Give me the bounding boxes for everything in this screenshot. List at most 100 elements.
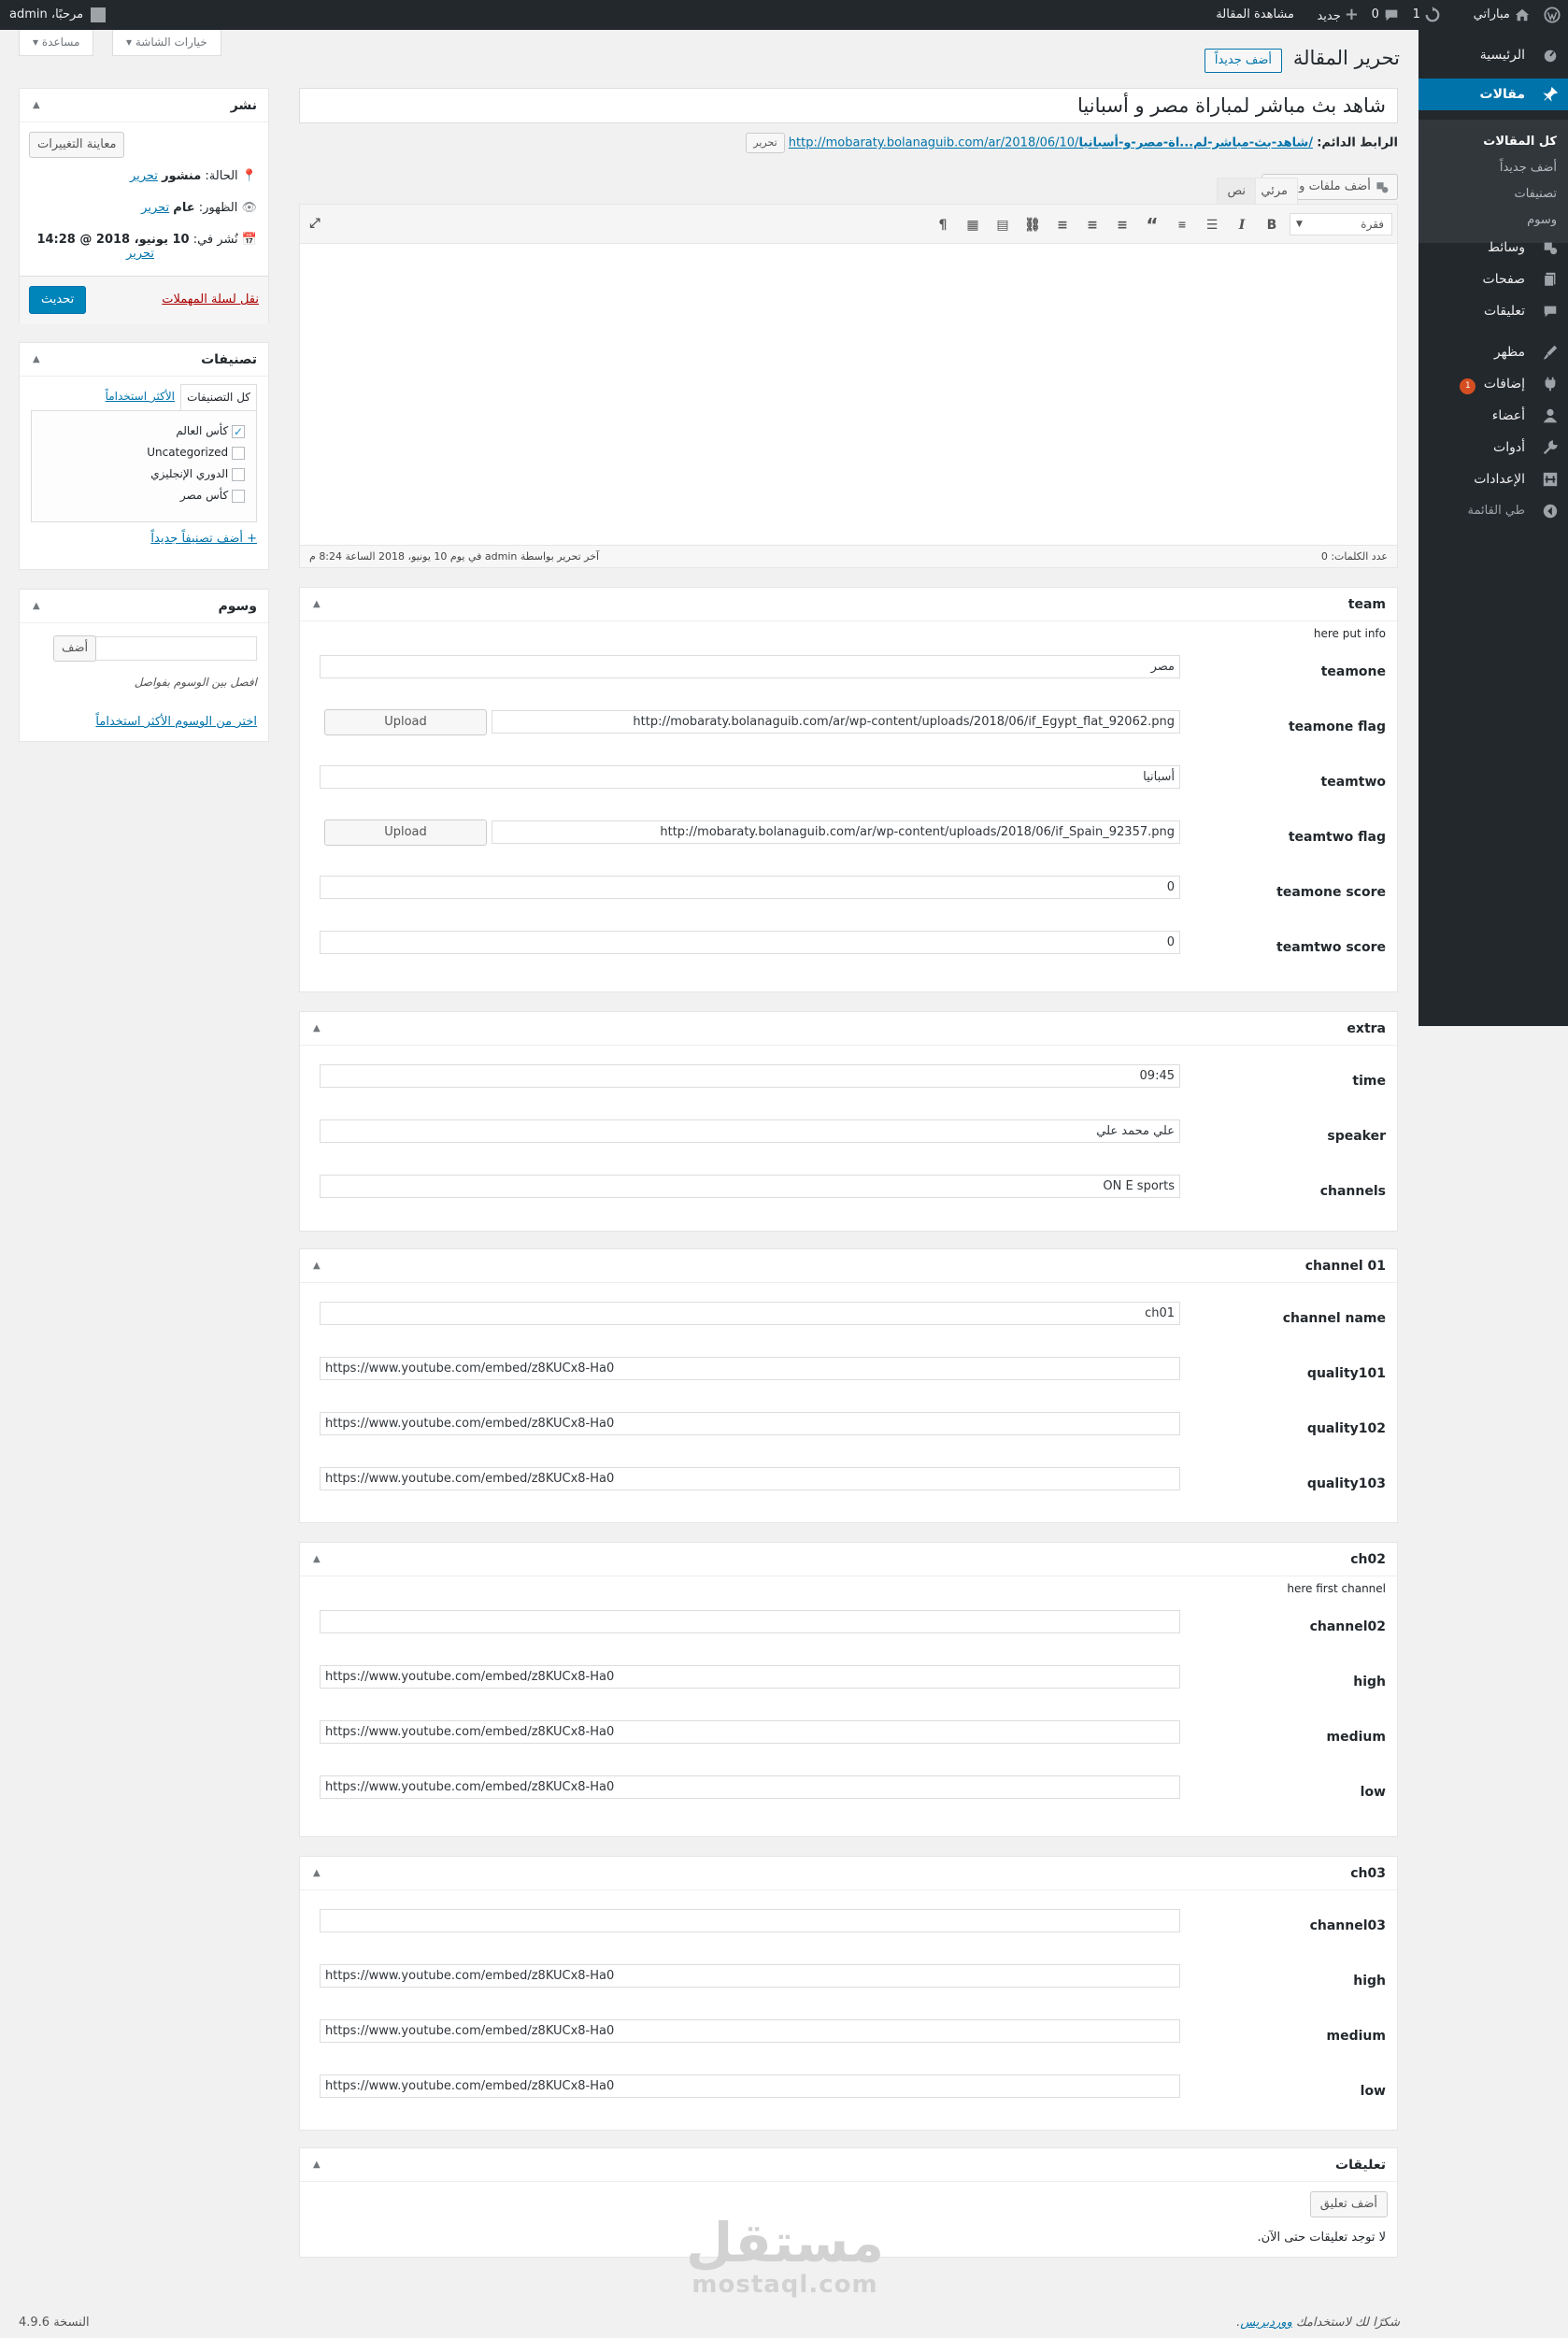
checkbox-icon[interactable]	[232, 446, 245, 460]
channels-input[interactable]: ON E sports	[320, 1175, 1180, 1198]
speaker-input[interactable]: علي محمد علي	[320, 1119, 1180, 1143]
menu-collapse[interactable]: طي القائمة	[1418, 495, 1568, 527]
category-item[interactable]: كأس مصر	[180, 489, 245, 503]
tab-all-categories[interactable]: كل التصنيفات	[180, 384, 257, 410]
align-right-icon[interactable]: ≡	[1053, 216, 1072, 235]
fullscreen-icon[interactable]: ⤢	[306, 214, 324, 233]
permalink-link[interactable]: http://mobaraty.bolanaguib.com/ar/2018/0…	[789, 136, 1313, 150]
metabox-title[interactable]: channel 01 ▲	[300, 1249, 1397, 1283]
edit-visibility-link[interactable]: تحرير	[141, 201, 169, 215]
category-item[interactable]: Uncategorized	[147, 446, 245, 460]
submenu-add-new[interactable]: أضف جديداً	[1418, 155, 1568, 181]
toggle-arrow-icon[interactable]: ▲	[33, 343, 40, 377]
tab-most-used[interactable]: الأكثر استخداماً	[106, 390, 175, 403]
add-tag-button[interactable]: أضف	[53, 635, 97, 662]
toggle-arrow-icon[interactable]: ▲	[313, 1249, 321, 1283]
metabox-title[interactable]: team ▲	[300, 588, 1397, 621]
teamone-score-input[interactable]: 0	[320, 876, 1180, 899]
preview-changes-button[interactable]: معاينة التغييرات	[29, 132, 125, 158]
choose-tags-link[interactable]: اختر من الوسوم الأكثر استخداماً	[95, 715, 257, 729]
upload-button[interactable]: Upload	[324, 709, 487, 735]
quality101-input[interactable]: https://www.youtube.com/embed/z8KUCx8-Ha…	[320, 1357, 1180, 1380]
bold-icon[interactable]: B	[1262, 216, 1281, 235]
help-tab[interactable]: مساعدة ▾	[19, 30, 94, 56]
edit-status-link[interactable]: تحرير	[130, 169, 158, 183]
upload-button[interactable]: Upload	[324, 820, 487, 846]
publish-box-title[interactable]: نشر ▲	[20, 89, 268, 122]
toggle-arrow-icon[interactable]: ▲	[313, 1543, 321, 1576]
menu-item-media[interactable]: وسائط	[1418, 232, 1568, 264]
high-input[interactable]: https://www.youtube.com/embed/z8KUCx8-Ha…	[320, 1964, 1180, 1988]
menu-item-appearance[interactable]: مظهر	[1418, 336, 1568, 368]
categories-box-title[interactable]: تصنيفات ▲	[20, 343, 268, 377]
menu-item-tools[interactable]: أدوات	[1418, 432, 1568, 463]
view-post-link[interactable]: مشاهدة المقالة	[1216, 0, 1294, 30]
time-input[interactable]: 09:45	[320, 1064, 1180, 1088]
menu-item-plugins[interactable]: إضافات 1	[1418, 368, 1568, 400]
align-center-icon[interactable]: ≡	[1083, 216, 1102, 235]
toggle-arrow-icon[interactable]: ▲	[313, 1012, 321, 1046]
read-more-icon[interactable]: ▤	[993, 216, 1012, 235]
toggle-arrow-icon[interactable]: ▲	[33, 89, 40, 122]
new-tag-input[interactable]	[89, 636, 257, 661]
wordpress-link[interactable]: ووردبريس	[1240, 2316, 1292, 2330]
checkbox-icon[interactable]	[232, 467, 245, 481]
quality102-input[interactable]: https://www.youtube.com/embed/z8KUCx8-Ha…	[320, 1412, 1180, 1435]
submenu-categories[interactable]: تصنيفات	[1418, 181, 1568, 207]
checkbox-checked-icon[interactable]: ✓	[232, 424, 245, 438]
medium-input[interactable]: https://www.youtube.com/embed/z8KUCx8-Ha…	[320, 1720, 1180, 1744]
menu-item-settings[interactable]: الإعدادات	[1418, 463, 1568, 495]
move-to-trash-link[interactable]: نقل لسلة المهملات	[162, 292, 259, 307]
teamtwo-score-input[interactable]: 0	[320, 931, 1180, 954]
edit-date-link[interactable]: تحرير	[126, 247, 154, 261]
screen-options-tab[interactable]: خيارات الشاشة ▾	[112, 30, 221, 56]
link-icon[interactable]: ⛓	[1023, 216, 1042, 235]
update-button[interactable]: تحديث	[29, 286, 87, 314]
menu-item-pages[interactable]: صفحات	[1418, 264, 1568, 295]
tags-box-title[interactable]: وسوم ▲	[20, 590, 268, 623]
checkbox-icon[interactable]	[232, 489, 245, 503]
menu-item-users[interactable]: أعضاء	[1418, 400, 1568, 432]
site-name-link[interactable]: مباراتي	[1474, 0, 1531, 30]
comments-link[interactable]: 0	[1372, 0, 1400, 30]
quality103-input[interactable]: https://www.youtube.com/embed/z8KUCx8-Ha…	[320, 1467, 1180, 1490]
new-content-link[interactable]: + جديد	[1317, 0, 1359, 30]
blockquote-icon[interactable]: “	[1143, 216, 1162, 235]
tab-visual[interactable]: مرئي	[1250, 178, 1298, 204]
toggle-arrow-icon[interactable]: ▲	[33, 590, 40, 623]
metabox-title[interactable]: تعليقات ▲	[300, 2148, 1397, 2182]
channel02-input[interactable]	[320, 1610, 1180, 1633]
teamtwo-flag-input[interactable]: http://mobaraty.bolanaguib.com/ar/wp-con…	[492, 820, 1180, 844]
metabox-title[interactable]: ch02 ▲	[300, 1543, 1397, 1576]
teamone-input[interactable]: مصر	[320, 655, 1180, 678]
high-input[interactable]: https://www.youtube.com/embed/z8KUCx8-Ha…	[320, 1665, 1180, 1689]
toggle-arrow-icon[interactable]: ▲	[313, 588, 321, 621]
editor-content-area[interactable]	[300, 244, 1397, 545]
submenu-tags[interactable]: وسوم	[1418, 207, 1568, 234]
toolbar-toggle-icon[interactable]: ▦	[963, 216, 982, 235]
metabox-title[interactable]: ch03 ▲	[300, 1857, 1397, 1890]
submenu-all-posts[interactable]: كل المقالات	[1418, 129, 1568, 155]
format-select[interactable]: فقرة ▼	[1290, 213, 1392, 235]
teamtwo-input[interactable]: أسبانيا	[320, 765, 1180, 789]
category-item[interactable]: ✓ كأس العالم	[176, 424, 245, 438]
paragraph-icon[interactable]: ¶	[934, 216, 952, 235]
channel-name-input[interactable]: ch01	[320, 1302, 1180, 1325]
add-new-button[interactable]: أضف جديداً	[1204, 49, 1282, 73]
category-item[interactable]: الدوري الإنجليزي	[150, 467, 245, 481]
edit-slug-button[interactable]: تحرير	[746, 133, 785, 153]
low-input[interactable]: https://www.youtube.com/embed/z8KUCx8-Ha…	[320, 2074, 1180, 2098]
add-new-category-link[interactable]: + أضف تصنيفاً جديداً	[150, 532, 257, 546]
bullet-list-icon[interactable]: ☰	[1203, 216, 1221, 235]
menu-item-comments[interactable]: تعليقات	[1418, 295, 1568, 327]
channel03-input[interactable]	[320, 1909, 1180, 1932]
metabox-title[interactable]: extra ▲	[300, 1012, 1397, 1046]
align-left-icon[interactable]: ≡	[1113, 216, 1132, 235]
menu-item-dashboard[interactable]: الرئيسية	[1418, 39, 1568, 71]
my-account[interactable]: مرحبًا، admin	[9, 0, 107, 30]
tab-text[interactable]: نص	[1217, 178, 1256, 204]
teamone-flag-input[interactable]: http://mobaraty.bolanaguib.com/ar/wp-con…	[492, 710, 1180, 734]
updates-link[interactable]: 1	[1413, 0, 1441, 30]
toggle-arrow-icon[interactable]: ▲	[313, 2148, 321, 2182]
menu-item-posts[interactable]: مقالات	[1411, 78, 1568, 110]
